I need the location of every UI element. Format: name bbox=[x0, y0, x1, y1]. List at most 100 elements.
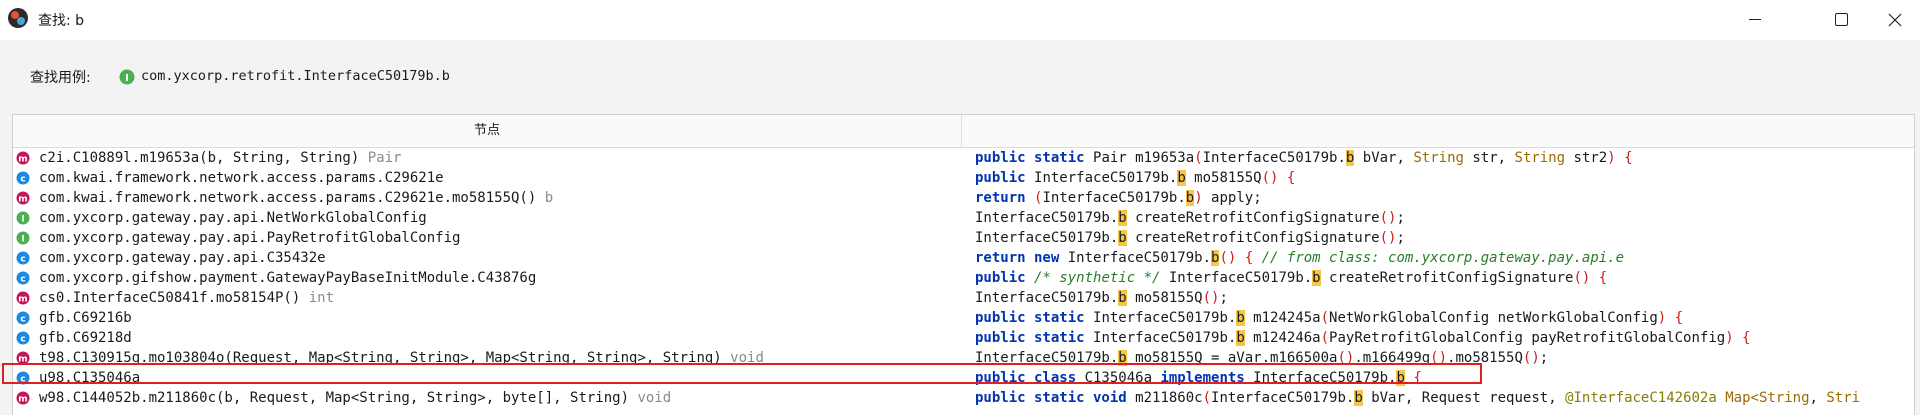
return-type: b bbox=[536, 190, 554, 206]
svg-text:c: c bbox=[20, 335, 25, 345]
code-token: /* synthetic */ bbox=[1034, 270, 1161, 286]
column-header-node[interactable]: 节点 bbox=[13, 115, 962, 148]
minimize-button[interactable] bbox=[1727, 0, 1785, 40]
table-row[interactable]: c com.kwai.framework.network.access.param… bbox=[13, 168, 1914, 188]
code-token: public bbox=[975, 270, 1035, 286]
search-match: b bbox=[1118, 230, 1127, 246]
code-token: public static bbox=[975, 330, 1094, 346]
code-cell[interactable]: public static InterfaceC50179b.b m124245… bbox=[975, 308, 1910, 328]
code-token: ; bbox=[1539, 350, 1549, 366]
table-row[interactable]: m com.kwai.framework.network.access.param… bbox=[13, 188, 1914, 208]
svg-text:c: c bbox=[20, 255, 25, 265]
class-icon: c bbox=[16, 331, 30, 345]
code-cell[interactable]: InterfaceC50179b.b createRetrofitConfigS… bbox=[975, 208, 1910, 228]
code-token: () bbox=[1379, 210, 1397, 226]
code-token: ) { bbox=[1607, 150, 1633, 166]
node-text: c2i.C10889l.m19653a(b, String, String) bbox=[39, 150, 360, 166]
code-token: InterfaceC50179b. bbox=[975, 290, 1119, 306]
close-button[interactable] bbox=[1870, 0, 1920, 40]
column-header-code[interactable] bbox=[962, 115, 1914, 148]
table-row[interactable]: c com.yxcorp.gifshow.payment.GatewayPayBa… bbox=[13, 268, 1914, 288]
code-cell[interactable]: InterfaceC50179b.b mo58155Q(); bbox=[975, 288, 1910, 308]
search-match: b bbox=[1236, 330, 1245, 346]
code-token: m211860c bbox=[1135, 390, 1203, 406]
node-cell[interactable]: c gfb.C69216b bbox=[13, 308, 958, 328]
code-cell[interactable]: public static void m211860c(InterfaceC50… bbox=[975, 388, 1910, 408]
table-row[interactable]: m w98.C144052b.m211860c(b, Request, Map<S… bbox=[13, 388, 1914, 408]
code-cell[interactable]: public static Pair m19653a(InterfaceC501… bbox=[975, 148, 1910, 168]
node-cell[interactable]: m w98.C144052b.m211860c(b, Request, Map<S… bbox=[13, 388, 958, 408]
table-row[interactable]: m c2i.C10889l.m19653a(b, String, String) … bbox=[13, 148, 1914, 168]
code-token: ) { bbox=[1657, 310, 1684, 326]
title-bar: 查找: b bbox=[0, 0, 1920, 40]
node-cell[interactable]: c com.kwai.framework.network.access.param… bbox=[13, 168, 958, 188]
svg-text:I: I bbox=[125, 73, 129, 84]
table-row[interactable]: m cs0.InterfaceC50841f.mo58154P() int Inte… bbox=[13, 288, 1914, 308]
code-token: InterfaceC50179b. bbox=[1067, 250, 1212, 266]
node-text: gfb.C69216b bbox=[39, 310, 132, 326]
interface-icon: I bbox=[16, 231, 30, 245]
node-cell[interactable]: Icom.yxcorp.gateway.pay.api.NetWorkGloba… bbox=[13, 208, 958, 228]
code-token: ( bbox=[1202, 390, 1212, 406]
code-token: () bbox=[1379, 230, 1397, 246]
node-cell[interactable]: m c2i.C10889l.m19653a(b, String, String) … bbox=[13, 148, 958, 168]
node-cell[interactable]: c com.yxcorp.gateway.pay.api.C35432e bbox=[13, 248, 958, 268]
code-token: InterfaceC50179b. bbox=[1093, 310, 1237, 326]
code-token: public bbox=[975, 170, 1035, 186]
node-text: com.kwai.framework.network.access.params… bbox=[39, 190, 537, 206]
search-match: b bbox=[1118, 290, 1127, 306]
code-token: InterfaceC50179b. bbox=[1211, 390, 1355, 406]
node-text: cs0.InterfaceC50841f.mo58154P() bbox=[39, 290, 301, 306]
code-token: Stri bbox=[1826, 390, 1861, 406]
node-text: gfb.C69218d bbox=[39, 330, 132, 346]
svg-text:c: c bbox=[20, 275, 25, 285]
code-token: public static bbox=[975, 310, 1094, 326]
node-text: com.yxcorp.gateway.pay.api.C35432e bbox=[39, 250, 326, 266]
code-token: public static void bbox=[975, 390, 1136, 406]
code-token: str2 bbox=[1565, 150, 1608, 166]
code-token: NetWorkGlobalConfig netWorkGlobalConfig bbox=[1329, 310, 1658, 326]
code-token: String bbox=[1413, 150, 1464, 166]
code-token: // from class: com.yxcorp.gateway.pay.ap… bbox=[1253, 250, 1625, 266]
node-cell[interactable]: m com.kwai.framework.network.access.param… bbox=[13, 188, 958, 208]
table-row[interactable]: c com.yxcorp.gateway.pay.api.C35432e retur… bbox=[13, 248, 1914, 268]
usage-label: 查找用例: bbox=[30, 70, 91, 86]
code-token: ) bbox=[1194, 190, 1203, 206]
table-row[interactable]: Icom.yxcorp.gateway.pay.api.NetWorkGloba… bbox=[13, 208, 1914, 228]
code-token: InterfaceC50179b. bbox=[975, 210, 1119, 226]
code-cell[interactable]: InterfaceC50179b.b createRetrofitConfigS… bbox=[975, 228, 1910, 248]
jadx-app-icon bbox=[8, 8, 28, 28]
table-row[interactable]: c gfb.C69216b public static InterfaceC5017… bbox=[13, 308, 1914, 328]
code-token: return new bbox=[975, 250, 1068, 266]
node-text: com.yxcorp.gifshow.payment.GatewayPayBas… bbox=[39, 270, 537, 286]
search-match: b bbox=[1177, 170, 1186, 186]
code-token: () { bbox=[1261, 170, 1296, 186]
code-cell[interactable]: public /* synthetic */ InterfaceC50179b.… bbox=[975, 268, 1910, 288]
node-cell[interactable]: c gfb.C69218d bbox=[13, 328, 958, 348]
table-row[interactable]: c gfb.C69218d public static InterfaceC5017… bbox=[13, 328, 1914, 348]
svg-text:I: I bbox=[21, 235, 24, 245]
node-cell[interactable]: Icom.yxcorp.gateway.pay.api.PayRetrofitG… bbox=[13, 228, 958, 248]
node-cell[interactable]: c com.yxcorp.gifshow.payment.GatewayPayBa… bbox=[13, 268, 958, 288]
code-cell[interactable]: public InterfaceC50179b.b mo58155Q() { bbox=[975, 168, 1910, 188]
code-token: bVar, Request request, bbox=[1362, 390, 1566, 406]
code-token: ( bbox=[1320, 330, 1330, 346]
node-cell[interactable]: m cs0.InterfaceC50841f.mo58154P() int bbox=[13, 288, 958, 308]
svg-text:m: m bbox=[18, 155, 27, 165]
return-type: Pair bbox=[359, 150, 402, 166]
usage-target: com.yxcorp.retrofit.InterfaceC50179b.b bbox=[141, 68, 450, 84]
code-cell[interactable]: return (InterfaceC50179b.b) apply; bbox=[975, 188, 1910, 208]
code-token: () { bbox=[1219, 250, 1254, 266]
svg-text:m: m bbox=[18, 295, 27, 305]
code-token: ; bbox=[1219, 290, 1228, 306]
node-text: com.yxcorp.gateway.pay.api.NetWorkGlobal… bbox=[39, 210, 427, 226]
table-row[interactable]: Icom.yxcorp.gateway.pay.api.PayRetrofitG… bbox=[13, 228, 1914, 248]
interface-icon: I bbox=[119, 69, 135, 85]
code-cell[interactable]: public static InterfaceC50179b.b m124246… bbox=[975, 328, 1910, 348]
code-token: bVar, bbox=[1354, 150, 1414, 166]
code-token: createRetrofitConfigSignature bbox=[1320, 270, 1574, 286]
code-cell[interactable]: return new InterfaceC50179b.b() { // fro… bbox=[975, 248, 1910, 268]
code-token: createRetrofitConfigSignature bbox=[1126, 210, 1380, 226]
code-token: InterfaceC50179b. bbox=[1160, 270, 1313, 286]
maximize-button[interactable] bbox=[1813, 0, 1871, 40]
